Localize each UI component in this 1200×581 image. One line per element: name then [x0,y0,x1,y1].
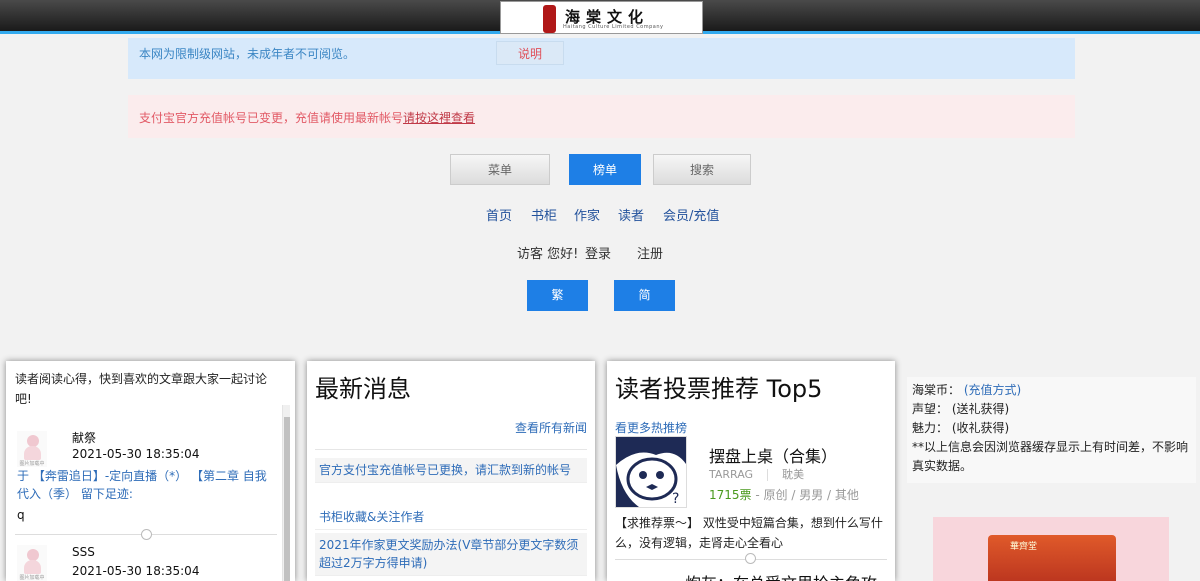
comment-text: q [17,508,25,522]
book-tags: - 原创 / 男男 / 其他 [755,488,859,502]
news-item[interactable]: 书柜收藏&关注作者 [315,505,587,530]
comment-time: 2021-05-30 18:35:04 [72,564,200,578]
alipay-notice: 支付宝官方充值帐号已变更，充值请使用最新帐号请按这裡查看 [128,95,1075,138]
fame-row: 声望： (送礼获得) [912,400,1191,419]
cache-note: **以上信息会因浏览器缓存显示上有时间差，不影响真实数据。 [912,440,1189,473]
news-item[interactable]: 官方支付宝充值帐号已更换，请汇款到新的帐号 [315,458,587,483]
nav-membership[interactable]: 会员/充值 [663,205,719,224]
restricted-notice-text: 本网为限制级网站，未成年者不可阅览。 [139,47,356,61]
logo-seal-icon [543,5,556,33]
book-votes: 1715票 - 原创 / 男男 / 其他 [709,486,859,503]
book-meta: TARRAG 耽美 [709,466,804,482]
recharge-method-link[interactable]: (充值方式) [964,383,1021,397]
user-info-panel: 海棠币： (充值方式) 声望： (送礼获得) 魅力： (收礼获得) **以上信息… [907,377,1196,483]
tab-search[interactable]: 搜索 [653,154,751,185]
ad-banner[interactable]: 華齊堂 [933,517,1169,581]
avatar-body-icon [24,446,41,460]
comment-user[interactable]: SSS [72,545,95,559]
fame-label: 声望： [912,402,949,416]
book-title[interactable]: 摆盘上桌（合集） [709,443,837,467]
logo-subtitle: Haitang Culture Limited Company [563,24,664,30]
restricted-notice: 本网为限制级网站，未成年者不可阅览。 说明 [128,38,1075,79]
avatar-caption: 图片加载中 [19,461,45,467]
alipay-notice-message: 支付宝官方充值帐号已变更，充值请使用最新帐号 [139,111,404,125]
comments-scrollbar[interactable] [282,405,290,581]
alipay-notice-link[interactable]: 请按这裡查看 [403,111,475,125]
news-item[interactable]: 2021年作家更文奖励办法(V章节部分更文字数须超过2万字方得申请) [315,533,587,576]
reader-comments-panel: 读者阅读心得，快到喜欢的文章跟大家一起讨论吧! 图片加载中 献祭 2021-05… [6,361,295,581]
comment-body[interactable]: 于 【奔雷追日】-定向直播（*） 【第二章 自我代入（季） 留下足迹: [17,467,275,503]
vote-title: 读者投票推荐 Top5 [615,375,823,403]
divider [315,449,587,450]
login-link[interactable]: 登录 [585,243,611,262]
book-author[interactable]: TARRAG [709,468,753,481]
avatar-body-icon [24,560,41,574]
charm-label: 魅力： [912,421,949,435]
book-cover[interactable]: ? [615,436,687,508]
comment-user[interactable]: 献祭 [72,429,96,446]
nav-bookshelf[interactable]: 书柜 [531,205,557,224]
gift-box-image: 華齊堂 [988,535,1116,581]
meta-separator [767,469,769,481]
reader-panel-intro: 读者阅读心得，快到喜欢的文章跟大家一起讨论吧! [15,372,268,406]
register-link[interactable]: 注册 [637,243,663,262]
news-panel: 最新消息 查看所有新闻 官方支付宝充值帐号已更换，请汇款到新的帐号 书柜收藏&关… [307,361,595,581]
next-book-title[interactable]: 炮灰：在总受文里抢主角攻 [685,570,877,581]
cat-cover-icon: ? [616,437,686,507]
visitor-greeting: 访客 您好! [517,247,579,262]
avatar: 图片加载中 [17,431,47,467]
book-description: 【求推荐票～】 双性受中短篇合集，想到什么写什么，没有逻辑，走肾走心全看心 [615,516,883,550]
nav-authors[interactable]: 作家 [574,205,600,224]
ad-brand: 華齊堂 [1010,542,1038,552]
alipay-notice-text: 支付宝官方充值帐号已变更，充值请使用最新帐号请按这裡查看 [139,109,475,126]
svg-text:?: ? [672,491,679,507]
charm-value: (收礼获得) [951,421,1010,435]
coin-row: 海棠币： (充值方式) [912,381,1191,400]
book-category: 耽美 [782,468,805,481]
traditional-chinese-button[interactable]: 繁 [527,280,588,311]
explain-button[interactable]: 说明 [496,41,564,65]
tab-menu[interactable]: 菜单 [450,154,550,185]
coin-label: 海棠币： [912,383,961,397]
divider-circle-icon [141,529,152,540]
avatar: 图片加载中 [17,545,47,581]
scrollbar-thumb[interactable] [284,417,290,581]
all-news-link[interactable]: 查看所有新闻 [515,419,587,436]
site-logo[interactable]: 海棠文化 Haitang Culture Limited Company [500,1,703,34]
vote-ranking-panel: 读者投票推荐 Top5 看更多热推榜 ? 摆盘上桌（合集） TARRAG 耽美 1… [607,361,895,581]
top-bar: 海棠文化 Haitang Culture Limited Company [0,0,1200,34]
nav-home[interactable]: 首页 [486,205,512,224]
vote-count: 1715票 [709,488,752,502]
divider-circle-icon [745,553,756,564]
tab-ranking[interactable]: 榜单 [569,154,641,185]
charm-row: 魅力： (收礼获得) [912,419,1191,438]
nav-readers[interactable]: 读者 [618,205,644,224]
more-hot-link[interactable]: 看更多热推榜 [615,419,687,436]
fame-value: (送礼获得) [951,402,1010,416]
comment-time: 2021-05-30 18:35:04 [72,447,200,461]
avatar-caption: 图片加载中 [19,575,45,581]
simplified-chinese-button[interactable]: 简 [614,280,675,311]
news-title: 最新消息 [315,375,411,403]
